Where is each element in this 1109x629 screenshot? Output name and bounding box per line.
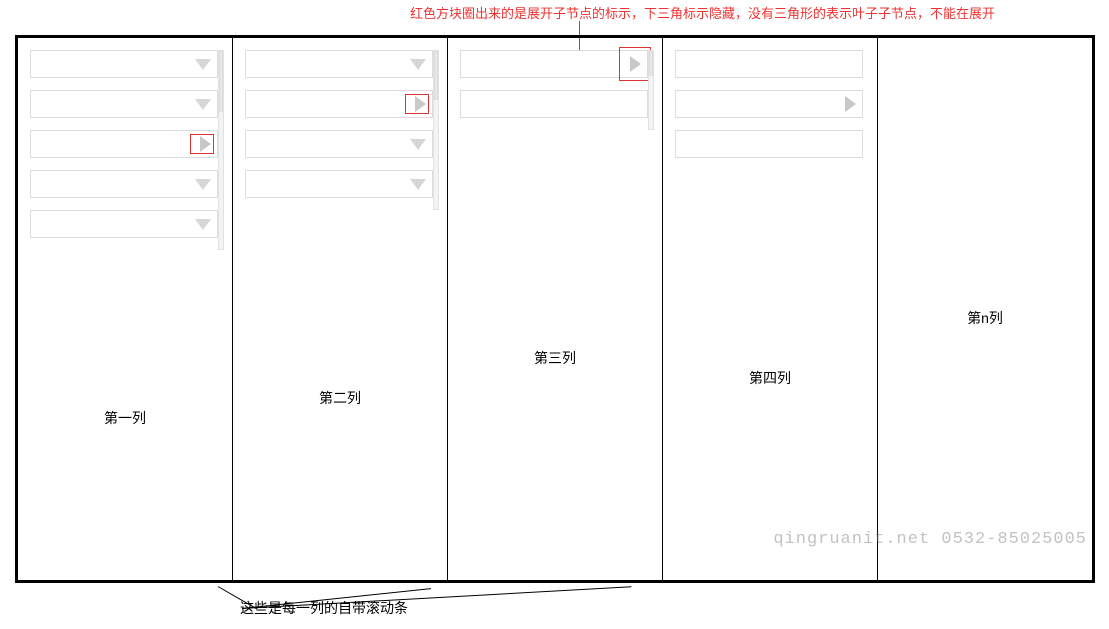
- column-label: 第三列: [448, 136, 662, 580]
- chevron-down-icon[interactable]: [195, 219, 211, 230]
- column-label: 第一列: [18, 256, 232, 580]
- tree-node-leaf[interactable]: [675, 130, 863, 158]
- tree-node[interactable]: [245, 50, 433, 78]
- column-label: 第二列: [233, 216, 447, 580]
- scrollbar[interactable]: [433, 50, 439, 210]
- column-2-scroll-area: [239, 44, 441, 216]
- column-n: 第n列: [878, 38, 1092, 580]
- tree-node-leaf[interactable]: [675, 50, 863, 78]
- chevron-right-icon[interactable]: [200, 136, 211, 152]
- column-3: 第三列: [448, 38, 663, 580]
- tree-node[interactable]: [460, 50, 648, 78]
- scrollbar[interactable]: [218, 50, 224, 250]
- chevron-down-icon[interactable]: [410, 179, 426, 190]
- chevron-down-icon[interactable]: [195, 99, 211, 110]
- chevron-right-icon[interactable]: [845, 96, 856, 112]
- chevron-right-icon[interactable]: [630, 56, 641, 72]
- tree-node[interactable]: [245, 90, 433, 118]
- column-label: 第四列: [663, 176, 877, 580]
- tree-node[interactable]: [30, 90, 218, 118]
- column-label-text: 第四列: [749, 368, 791, 388]
- column-label-text: 第n列: [967, 308, 1003, 328]
- diagram-frame: 第一列 第二列: [15, 35, 1095, 583]
- chevron-down-icon[interactable]: [410, 59, 426, 70]
- column-2: 第二列: [233, 38, 448, 580]
- tree-node[interactable]: [675, 90, 863, 118]
- column-3-scroll-area: [454, 44, 656, 136]
- column-4-scroll-area: [669, 44, 871, 176]
- chevron-down-icon[interactable]: [195, 59, 211, 70]
- tree-node[interactable]: [30, 170, 218, 198]
- column-label-text: 第二列: [319, 388, 361, 408]
- bottom-annotation-text: 这些是每一列的自带滚动条: [240, 600, 408, 616]
- tree-node[interactable]: [245, 170, 433, 198]
- tree-node[interactable]: [30, 50, 218, 78]
- column-label-text: 第三列: [534, 348, 576, 368]
- column-4: 第四列: [663, 38, 878, 580]
- column-1-scroll-area: [24, 44, 226, 256]
- chevron-down-icon[interactable]: [410, 139, 426, 150]
- column-label-text: 第一列: [104, 408, 146, 428]
- column-1: 第一列: [18, 38, 233, 580]
- scrollbar[interactable]: [648, 50, 654, 130]
- column-label: 第n列: [878, 56, 1092, 580]
- column-n-scroll-area: [884, 44, 1086, 56]
- tree-node[interactable]: [30, 210, 218, 238]
- tree-node[interactable]: [30, 130, 218, 158]
- bottom-annotation: 这些是每一列的自带滚动条: [240, 598, 408, 618]
- top-annotation-text: 红色方块圈出来的是展开子节点的标示，下三角标示隐藏，没有三角形的表示叶子子节点，…: [410, 6, 995, 21]
- tree-node[interactable]: [245, 130, 433, 158]
- chevron-down-icon[interactable]: [195, 179, 211, 190]
- tree-node-leaf[interactable]: [460, 90, 648, 118]
- chevron-right-icon[interactable]: [415, 96, 426, 112]
- top-annotation: 红色方块圈出来的是展开子节点的标示，下三角标示隐藏，没有三角形的表示叶子子节点，…: [410, 3, 995, 22]
